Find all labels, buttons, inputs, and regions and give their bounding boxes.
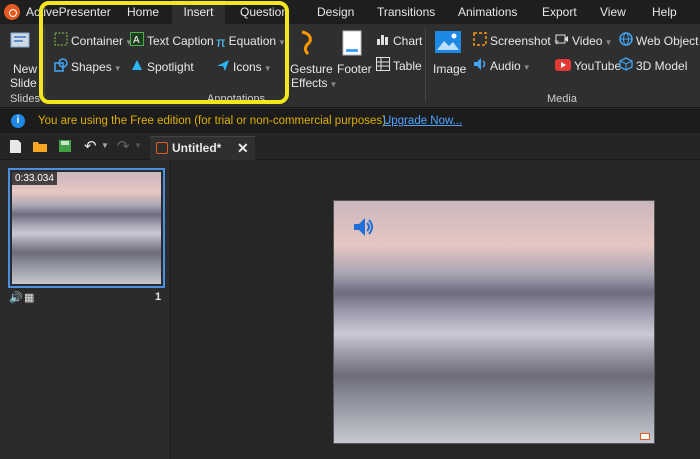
app-menu[interactable]: ActivePresenter bbox=[26, 0, 111, 24]
spotlight-icon bbox=[130, 58, 144, 78]
image-icon[interactable] bbox=[434, 30, 462, 56]
globe-icon bbox=[619, 32, 633, 52]
spotlight-button[interactable]: Spotlight bbox=[130, 57, 194, 77]
new-slide-label[interactable]: New bbox=[13, 62, 37, 76]
document-icon bbox=[156, 142, 168, 154]
tab-title: Untitled* bbox=[172, 141, 222, 155]
shapes-button[interactable]: Shapes ▼ bbox=[54, 57, 122, 77]
gesture-effects-label[interactable]: Gesture bbox=[290, 62, 333, 76]
chart-button[interactable]: Chart bbox=[376, 31, 422, 51]
3d-model-button[interactable]: 3D Model bbox=[619, 56, 687, 76]
info-bar: i You are using the Free edition (for tr… bbox=[0, 109, 700, 133]
slide-video-icon: ▦ bbox=[24, 292, 35, 304]
ribbon: New Slide Slides Container ▼ A Text Captio… bbox=[0, 24, 700, 108]
screenshot-button[interactable]: Screenshot ▼ bbox=[473, 31, 561, 51]
video-marker-icon bbox=[640, 433, 650, 440]
icons-button[interactable]: Icons ▼ bbox=[216, 57, 272, 77]
audio-object-icon[interactable] bbox=[352, 215, 376, 242]
menu-insert[interactable]: Insert bbox=[172, 0, 225, 24]
undo-dropdown-icon[interactable]: ▼ bbox=[101, 141, 109, 150]
quick-access-toolbar: ↶ ▼ ↷ ▼ bbox=[0, 133, 700, 160]
new-slide-label-2[interactable]: Slide bbox=[10, 76, 37, 90]
youtube-button[interactable]: YouTube bbox=[555, 56, 621, 76]
slides-group-label: Slides bbox=[10, 93, 40, 105]
slide-image[interactable] bbox=[334, 201, 654, 443]
undo-icon[interactable]: ↶ bbox=[84, 137, 97, 155]
chart-icon bbox=[376, 32, 390, 52]
menu-view[interactable]: View bbox=[600, 0, 626, 24]
menu-animations[interactable]: Animations bbox=[458, 0, 517, 24]
save-icon[interactable] bbox=[58, 139, 72, 156]
menu-help[interactable]: Help bbox=[652, 0, 677, 24]
close-tab-icon[interactable]: ✕ bbox=[237, 137, 249, 159]
equation-button[interactable]: π Equation ▼ bbox=[216, 31, 286, 51]
slide-duration: 0:33.034 bbox=[12, 172, 57, 185]
free-edition-message: You are using the Free edition (for tria… bbox=[38, 115, 390, 127]
redo-icon[interactable]: ↷ bbox=[117, 137, 130, 155]
video-button[interactable]: Video ▼ bbox=[555, 31, 612, 51]
menu-home[interactable]: Home bbox=[127, 0, 159, 24]
footer-button[interactable]: Footer bbox=[337, 62, 372, 76]
video-icon bbox=[555, 32, 569, 52]
tab-untitled[interactable]: Untitled* ✕ bbox=[150, 136, 255, 160]
info-icon: i bbox=[11, 114, 25, 128]
youtube-icon bbox=[555, 57, 571, 77]
text-caption-button[interactable]: A Text Caption bbox=[130, 31, 214, 51]
slide-thumbnail-image: 0:33.034 bbox=[12, 172, 161, 284]
audio-icon bbox=[473, 57, 487, 77]
slide-panel: 0:33.034 🔊 ▦ 1 bbox=[0, 160, 171, 459]
image-button[interactable]: Image bbox=[433, 62, 466, 76]
new-file-icon[interactable] bbox=[9, 139, 22, 157]
svg-text:A: A bbox=[133, 35, 140, 46]
menu-question[interactable]: Question bbox=[240, 0, 288, 24]
gesture-effects-label-2[interactable]: Effects ▼ bbox=[291, 76, 337, 90]
open-folder-icon[interactable] bbox=[32, 139, 48, 156]
shapes-icon bbox=[54, 58, 68, 78]
screenshot-icon bbox=[473, 32, 487, 52]
slide-thumbnail[interactable]: 0:33.034 bbox=[8, 168, 165, 288]
airplane-icon bbox=[216, 58, 230, 78]
audio-button[interactable]: Audio ▼ bbox=[473, 56, 531, 76]
app-logo-icon[interactable] bbox=[4, 4, 20, 20]
media-group-label: Media bbox=[547, 93, 577, 105]
table-button[interactable]: Table bbox=[376, 56, 422, 76]
upgrade-now-link[interactable]: Upgrade Now... bbox=[383, 109, 462, 133]
menu-transitions[interactable]: Transitions bbox=[377, 0, 435, 24]
slide-number: 1 bbox=[155, 291, 162, 303]
menu-bar: ActivePresenter Home Insert Question Des… bbox=[0, 0, 700, 24]
slide-canvas bbox=[172, 160, 700, 459]
cube-icon bbox=[619, 57, 633, 77]
container-button[interactable]: Container ▼ bbox=[54, 31, 133, 51]
table-icon bbox=[376, 56, 390, 77]
new-slide-icon[interactable] bbox=[8, 30, 38, 58]
gesture-effects-icon[interactable] bbox=[296, 28, 322, 56]
text-caption-icon: A bbox=[130, 31, 144, 52]
container-icon bbox=[54, 32, 68, 52]
menu-design[interactable]: Design bbox=[317, 0, 354, 24]
annotations-group-label: Annotations bbox=[207, 93, 266, 105]
footer-icon[interactable] bbox=[341, 30, 365, 58]
redo-dropdown-icon[interactable]: ▼ bbox=[134, 141, 142, 150]
slide-audio-icon: 🔊 bbox=[9, 292, 23, 304]
web-object-button[interactable]: Web Object bbox=[619, 31, 698, 51]
menu-export[interactable]: Export bbox=[542, 0, 577, 24]
pi-icon: π bbox=[216, 33, 226, 50]
